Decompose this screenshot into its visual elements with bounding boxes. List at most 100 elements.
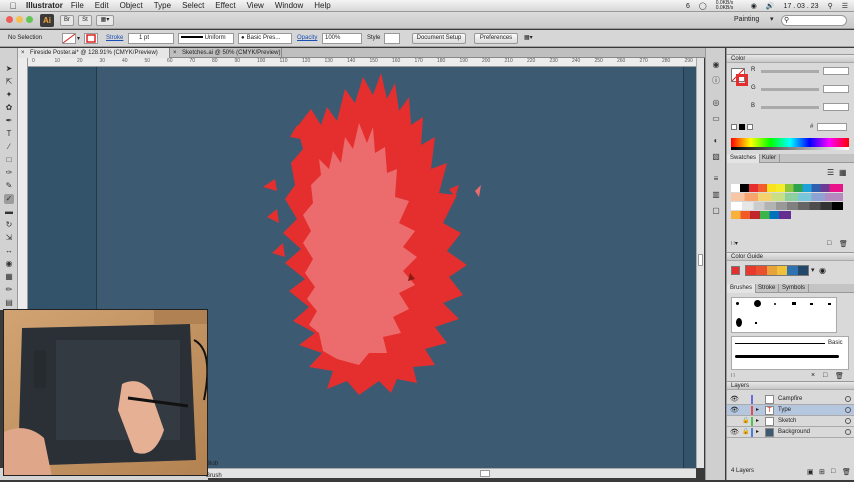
menu-object[interactable]: Object — [120, 1, 143, 10]
graph-tool-icon[interactable]: ▤ — [4, 298, 14, 308]
new-sublayer-icon[interactable]: ⊞ — [819, 468, 825, 476]
tab-stroke[interactable]: Stroke — [755, 284, 780, 293]
menu-file[interactable]: File — [71, 1, 84, 10]
lasso-tool-icon[interactable]: ✿ — [4, 103, 14, 113]
brush-stroke-charcoal[interactable] — [735, 355, 839, 358]
info-panel-icon[interactable]: ⓘ — [711, 76, 721, 86]
document-setup-button[interactable]: Document Setup — [412, 33, 466, 44]
swatch-row-3[interactable] — [731, 202, 843, 210]
stroke-color-box[interactable] — [736, 74, 748, 86]
stroke-weight-field[interactable]: 1 pt — [128, 33, 174, 44]
layer-row-background[interactable]: 👁 🔒 ▸ Background — [727, 427, 854, 438]
stock-button[interactable]: St — [78, 15, 92, 26]
brush-tiny-round[interactable] — [774, 303, 776, 305]
brush-oval[interactable] — [736, 318, 742, 327]
pen-tool-icon[interactable]: ✒ — [4, 116, 14, 126]
color-spectrum-gray[interactable] — [731, 147, 849, 150]
harmony-color-swatch[interactable] — [797, 266, 808, 275]
type-tool-icon[interactable]: T — [4, 129, 14, 139]
horizontal-scroll-thumb[interactable] — [480, 470, 490, 477]
channel-b-slider[interactable] — [761, 106, 819, 109]
brush-chisel[interactable] — [810, 303, 813, 305]
shape-builder-tool-icon[interactable]: ◉ — [4, 259, 14, 269]
blob-brush-tool-icon[interactable]: ✓ — [4, 194, 14, 204]
tab-swatches[interactable]: Swatches — [727, 154, 761, 163]
none-color-icon[interactable] — [731, 124, 737, 130]
visibility-eye-icon[interactable]: 👁 — [730, 394, 739, 405]
tab-fireside-poster[interactable]: × Fireside Poster.ai* @ 128.91% (CMYK/Pr… — [18, 48, 170, 58]
harmony-color-swatch[interactable] — [787, 266, 798, 275]
swatch-row-1[interactable] — [731, 184, 843, 192]
transparency-panel-icon[interactable]: ◐ — [711, 136, 721, 146]
expand-triangle-icon[interactable]: ▸ — [756, 416, 759, 427]
black-color-icon[interactable] — [739, 124, 745, 130]
selection-tool-icon[interactable]: ➤ — [4, 64, 14, 74]
line-tool-icon[interactable]: ∕ — [4, 142, 14, 152]
dropbox-icon[interactable]: ◯ — [699, 2, 707, 10]
brush-definition[interactable]: ● Basic Pres... — [238, 33, 292, 44]
workspace-chevron-icon[interactable]: ▾ — [770, 15, 774, 23]
stroke-link[interactable]: Stroke — [106, 33, 123, 44]
opacity-field[interactable]: 100% — [322, 33, 362, 44]
zoom-window-icon[interactable] — [26, 16, 33, 23]
harmony-color-swatch[interactable] — [746, 266, 757, 275]
color-panel-icon[interactable]: ◉ — [711, 60, 721, 70]
current-tool-status[interactable]: Blob Brush — [206, 458, 222, 482]
menu-type[interactable]: Type — [154, 1, 171, 10]
rotate-tool-icon[interactable]: ↻ — [4, 220, 14, 230]
swatch-library-icon[interactable]: ∷▾ — [731, 240, 738, 247]
search-icon[interactable]: ⚲ — [828, 2, 833, 10]
delete-swatch-icon[interactable]: 🗑 — [839, 240, 848, 248]
menu-help[interactable]: Help — [314, 1, 330, 10]
layer-name[interactable]: Type — [778, 405, 791, 416]
menu-edit[interactable]: Edit — [95, 1, 109, 10]
vertical-scrollbar[interactable] — [696, 58, 704, 468]
pencil-tool-icon[interactable]: ✎ — [4, 181, 14, 191]
brush-flat[interactable] — [792, 302, 796, 305]
tab-kuler[interactable]: Kuler — [759, 154, 781, 163]
expand-triangle-icon[interactable]: ▸ — [756, 405, 759, 416]
bridge-button[interactable]: Br — [60, 15, 74, 26]
harmony-color-swatch[interactable] — [756, 266, 767, 275]
color-guide-header[interactable]: Color Guide — [727, 252, 854, 261]
white-color-icon[interactable] — [747, 124, 753, 130]
layer-name[interactable]: Background — [778, 427, 810, 438]
menu-window[interactable]: Window — [275, 1, 303, 10]
app-menu[interactable]: Illustrator — [26, 1, 63, 10]
direct-selection-tool-icon[interactable]: ⇱ — [4, 77, 14, 87]
notification-badge[interactable]: 6 — [686, 3, 690, 10]
color-panel-header[interactable]: Color — [727, 54, 854, 63]
new-layer-icon[interactable]: □ — [831, 468, 835, 475]
align-panel-icon[interactable]: ≡ — [711, 174, 721, 184]
eraser-tool-icon[interactable]: ▬ — [4, 207, 14, 217]
lock-icon[interactable]: 🔒 — [742, 427, 749, 438]
variable-width-profile[interactable]: Uniform — [178, 33, 234, 44]
menu-view[interactable]: View — [247, 1, 264, 10]
layer-row-campfire[interactable]: 👁 Campfire — [727, 394, 854, 405]
target-circle-icon[interactable] — [845, 429, 851, 435]
visibility-eye-icon[interactable]: 👁 — [730, 427, 739, 438]
harmony-chevron-icon[interactable]: ▾ — [811, 266, 815, 274]
brush-list[interactable]: Basic — [731, 336, 849, 370]
brush-library-icon[interactable]: ∷ — [731, 372, 735, 379]
tab-brushes[interactable]: Brushes — [727, 284, 757, 293]
tab-symbols[interactable]: Symbols — [779, 284, 810, 293]
channel-r-field[interactable] — [823, 67, 849, 75]
expand-triangle-icon[interactable]: ▸ — [756, 427, 759, 438]
gradient-panel-icon[interactable]: ▧ — [711, 152, 721, 162]
volume-icon[interactable]: 🔊 — [766, 2, 775, 10]
brush-stroke-basic[interactable] — [735, 343, 825, 344]
close-tab-icon[interactable]: × — [21, 48, 25, 58]
visibility-eye-icon[interactable]: 👁 — [730, 405, 739, 416]
list-view-icon[interactable]: ☰ — [827, 168, 834, 177]
perspective-grid-tool-icon[interactable]: ▦ — [4, 272, 14, 282]
grid-view-icon[interactable]: ▦ — [839, 168, 847, 177]
close-window-icon[interactable] — [6, 16, 13, 23]
channel-b-field[interactable] — [823, 103, 849, 111]
appearance-panel-icon[interactable]: ◎ — [711, 98, 721, 108]
brush-grid[interactable] — [731, 297, 837, 333]
layers-header[interactable]: Layers — [727, 381, 854, 390]
channel-r-slider[interactable] — [761, 70, 819, 73]
close-tab-icon[interactable]: × — [173, 48, 177, 58]
pathfinder-panel-icon[interactable]: ▥ — [711, 190, 721, 200]
